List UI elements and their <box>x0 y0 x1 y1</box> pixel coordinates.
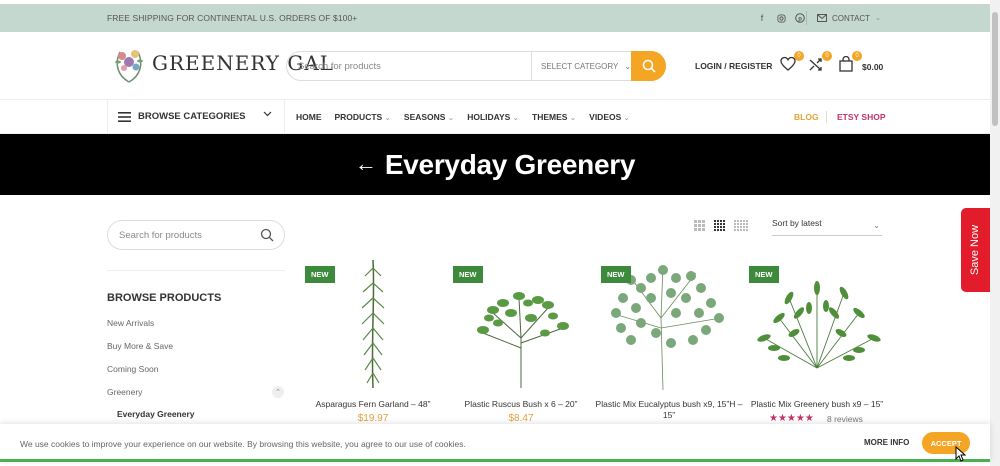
mouse-cursor-icon <box>955 446 967 462</box>
sidebar-divider <box>107 270 285 271</box>
category-label: SELECT CATEGORY <box>541 61 619 71</box>
social-links: f p <box>757 13 805 23</box>
nav-item-blog[interactable]: BLOG <box>794 112 819 122</box>
new-badge: NEW <box>453 266 483 283</box>
browse-categories-label: BROWSE CATEGORIES <box>138 111 246 122</box>
nav-item-etsy-shop[interactable]: ETSY SHOP <box>837 112 886 122</box>
product-name[interactable]: Plastic Mix Eucalyptus bush x9, 15”H – 1… <box>595 399 743 421</box>
compare-button[interactable]: 0 <box>808 51 832 74</box>
nav-item-videos[interactable]: VIDEOS <box>589 112 630 122</box>
new-badge: NEW <box>749 266 779 283</box>
instagram-icon[interactable] <box>776 13 786 23</box>
facebook-icon[interactable]: f <box>757 13 767 23</box>
nav-divider <box>826 111 827 123</box>
review-count[interactable]: 8 reviews <box>827 414 863 424</box>
wishlist-button[interactable]: 0 <box>780 51 804 74</box>
sidebar-item-everyday-greenery[interactable]: Everyday Greenery <box>117 409 195 419</box>
search-icon <box>642 59 656 73</box>
login-register-link[interactable]: LOGIN / REGISTER <box>695 61 772 71</box>
topbar-divider <box>806 11 807 25</box>
more-info-link[interactable]: MORE INFO <box>864 438 909 447</box>
product-price: $8.47 <box>508 413 534 424</box>
chevron-down-icon: ⌄ <box>875 15 881 22</box>
product-name[interactable]: Plastic Mix Greenery bush x9 – 15” <box>743 399 891 410</box>
product-card[interactable]: NEW Plastic Mix Greenery bush x9 – 15” ★… <box>749 258 885 428</box>
grid-3-view-icon[interactable] <box>694 220 705 231</box>
search-icon[interactable] <box>260 228 274 242</box>
search-input[interactable]: Search for products <box>298 61 381 72</box>
cart-count: 0 <box>852 51 862 61</box>
nav-item-home[interactable]: HOME <box>296 112 322 122</box>
product-name[interactable]: Asparagus Fern Garland – 48” <box>299 399 447 410</box>
scrollbar-thumb[interactable] <box>992 12 998 126</box>
product-card[interactable]: NEW Plastic Ruscus Bush x 6 – 20” $8.47 <box>453 258 589 428</box>
browse-categories-button[interactable]: BROWSE CATEGORIES <box>107 100 285 133</box>
new-badge: NEW <box>305 266 335 283</box>
back-arrow-icon[interactable]: ← <box>355 151 377 177</box>
shipping-notice: FREE SHIPPING FOR CONTINENTAL U.S. ORDER… <box>107 13 358 23</box>
mail-icon <box>817 14 827 22</box>
product-card[interactable]: NEW Asparagus Fern Garland – 48” $19.97 <box>305 258 441 428</box>
top-bar: FREE SHIPPING FOR CONTINENTAL U.S. ORDER… <box>0 4 990 32</box>
save-now-label: Save Now <box>969 224 982 276</box>
primary-menu: HOME PRODUCTS SEASONS HOLIDAYS THEMES VI… <box>296 112 630 122</box>
main-nav: BROWSE CATEGORIES HOME PRODUCTS SEASONS … <box>0 100 990 134</box>
product-name[interactable]: Plastic Ruscus Bush x 6 – 20” <box>447 399 595 410</box>
grid-5-view-icon[interactable] <box>734 220 748 231</box>
contact-label: CONTACT <box>832 13 871 23</box>
nav-item-themes[interactable]: THEMES <box>532 112 576 122</box>
grid-4-view-icon[interactable] <box>714 220 725 231</box>
wishlist-count: 0 <box>794 51 804 61</box>
collapse-chevron-icon[interactable]: ⌃ <box>272 386 284 398</box>
svg-text:p: p <box>798 16 802 22</box>
contact-link[interactable]: CONTACT ⌄ <box>817 14 881 23</box>
product-card[interactable]: NEW Plastic Mix Eucalyptus bush x9, 15”H… <box>596 258 742 428</box>
save-now-tab[interactable]: Save Now <box>961 208 990 292</box>
shopping-bag-icon <box>839 55 853 72</box>
sort-select[interactable]: Sort by latest ⌄ <box>772 218 882 236</box>
sidebar-item-greenery[interactable]: Greenery <box>107 387 142 397</box>
heart-icon <box>780 56 796 71</box>
star-rating: ★★★★★ <box>769 413 814 424</box>
category-select[interactable]: SELECT CATEGORY ⌄ <box>531 52 633 80</box>
sidebar-search-input[interactable]: Search for products <box>119 230 202 241</box>
browse-products-heading: BROWSE PRODUCTS <box>107 292 222 304</box>
sidebar-item-coming-soon[interactable]: Coming Soon <box>107 364 159 374</box>
cart-total[interactable]: $0.00 <box>862 62 883 72</box>
sidebar-item-new-arrivals[interactable]: New Arrivals <box>107 318 154 328</box>
sidebar-item-buy-more-save[interactable]: Buy More & Save <box>107 341 173 351</box>
sidebar-search[interactable]: Search for products <box>107 220 285 250</box>
compare-count: 0 <box>822 51 832 61</box>
chevron-down-icon: ⌄ <box>873 221 880 230</box>
hamburger-icon <box>118 111 131 122</box>
pinterest-icon[interactable]: p <box>795 13 805 23</box>
compare-arrows-icon <box>809 58 822 71</box>
page: FREE SHIPPING FOR CONTINENTAL U.S. ORDER… <box>0 0 1000 466</box>
product-price: $19.97 <box>357 413 389 424</box>
cookie-notice: We use cookies to improve your experienc… <box>0 424 990 462</box>
cart-button[interactable]: 0 <box>838 51 862 74</box>
nav-item-products[interactable]: PRODUCTS <box>335 112 391 122</box>
site-header: GREENERY GAL Search for products SELECT … <box>0 32 990 100</box>
cookie-message: We use cookies to improve your experienc… <box>20 439 466 449</box>
page-banner: ← Everyday Greenery <box>0 134 990 195</box>
page-title: Everyday Greenery <box>384 148 636 180</box>
nav-item-seasons[interactable]: SEASONS <box>404 112 454 122</box>
header-search[interactable]: Search for products SELECT CATEGORY ⌄ <box>286 51 666 81</box>
logo-wreath-icon <box>115 50 143 83</box>
nav-item-holidays[interactable]: HOLIDAYS <box>467 112 519 122</box>
sort-label: Sort by latest <box>772 218 822 228</box>
search-button[interactable] <box>631 51 666 81</box>
chevron-down-icon <box>263 111 272 117</box>
new-badge: NEW <box>601 266 631 283</box>
